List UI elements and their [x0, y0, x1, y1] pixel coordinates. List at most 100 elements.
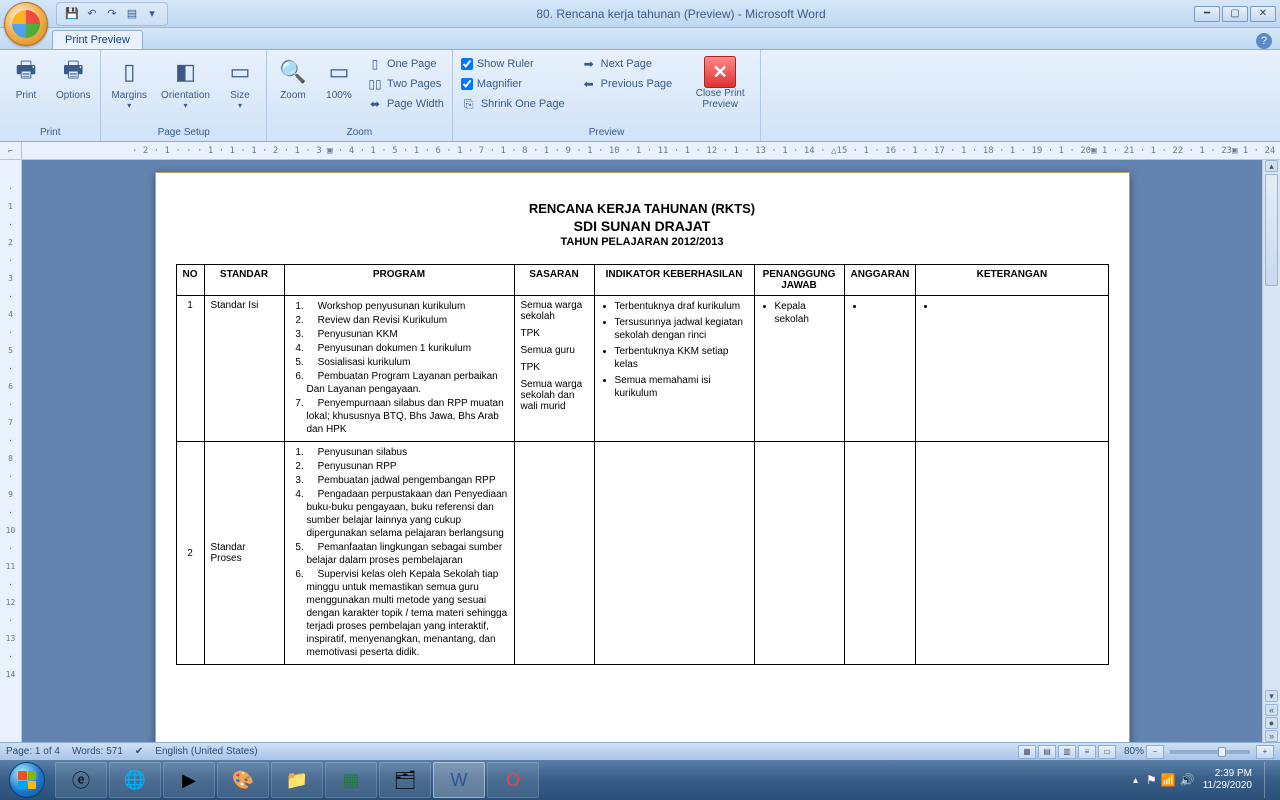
status-language[interactable]: English (United States): [155, 746, 257, 757]
help-button[interactable]: ?: [1256, 33, 1272, 49]
size-button[interactable]: ▭Size▾: [218, 54, 262, 112]
ruler-row: ⌐ · 2 · 1 · · · 1 · 1 · 1 · 2 · 1 · 3 ▣ …: [0, 142, 1280, 160]
taskbar-excel[interactable]: ▦: [325, 762, 377, 798]
magnifier-checkbox[interactable]: [461, 78, 473, 90]
close-button[interactable]: ✕: [1250, 6, 1276, 22]
two-pages-icon: ▯▯: [367, 76, 383, 92]
one-page-button[interactable]: ▯One Page: [363, 54, 448, 74]
previous-page-button[interactable]: ⬅Previous Page: [577, 74, 677, 94]
document-table: NO STANDAR PROGRAM SASARAN INDIKATOR KEB…: [176, 264, 1109, 665]
vertical-ruler[interactable]: ·1·2·3·4·5·6·7·8·9·10·11·12·13·14: [0, 160, 22, 742]
tray-network-icon[interactable]: 📶: [1161, 773, 1176, 787]
taskbar-word[interactable]: W: [433, 762, 485, 798]
margins-button[interactable]: ▯Margins▾: [105, 54, 153, 112]
th-sasaran: SASARAN: [514, 265, 594, 296]
orientation-button[interactable]: ◧Orientation▾: [155, 54, 216, 112]
taskbar-explorer[interactable]: 📁: [271, 762, 323, 798]
th-anggaran: ANGGARAN: [844, 265, 916, 296]
zoom-button[interactable]: 🔍Zoom: [271, 54, 315, 103]
taskbar-opera[interactable]: O: [487, 762, 539, 798]
maximize-button[interactable]: ▢: [1222, 6, 1248, 22]
office-button[interactable]: [4, 2, 48, 46]
magnifier-icon: 🔍: [277, 56, 309, 88]
show-ruler-check[interactable]: Show Ruler: [457, 54, 569, 74]
table-row: 2Standar Proses Penyusunan silabus Penyu…: [176, 442, 1108, 665]
th-program: PROGRAM: [284, 265, 514, 296]
next-page-icon: ➡: [581, 56, 597, 72]
group-preview-label: Preview: [457, 126, 756, 139]
two-pages-button[interactable]: ▯▯Two Pages: [363, 74, 448, 94]
status-bar: Page: 1 of 4 Words: 571 ✔ English (Unite…: [0, 742, 1280, 760]
orientation-icon: ◧: [170, 56, 202, 88]
scroll-down-button[interactable]: ▾: [1265, 690, 1278, 702]
document-viewport[interactable]: RENCANA KERJA TAHUNAN (RKTS) SDI SUNAN D…: [22, 160, 1262, 742]
document-page: RENCANA KERJA TAHUNAN (RKTS) SDI SUNAN D…: [155, 172, 1130, 742]
view-print-layout[interactable]: ▦: [1018, 745, 1036, 759]
taskbar-wmp[interactable]: ▶: [163, 762, 215, 798]
status-page[interactable]: Page: 1 of 4: [6, 746, 60, 757]
tray-action-center-icon[interactable]: ⚑: [1146, 773, 1157, 787]
group-page-setup-label: Page Setup: [105, 126, 262, 139]
qat-undo[interactable]: ↶: [83, 5, 101, 23]
view-full-screen[interactable]: ▤: [1038, 745, 1056, 759]
shrink-one-page-button[interactable]: ⎘Shrink One Page: [457, 94, 569, 114]
prev-page-nav[interactable]: «: [1265, 704, 1278, 716]
start-button[interactable]: [0, 760, 54, 800]
zoom-in-button[interactable]: +: [1256, 745, 1274, 759]
close-preview-button[interactable]: ✕ Close Print Preview: [684, 54, 756, 112]
th-keterangan: KETERANGAN: [916, 265, 1108, 296]
qat-quickprint[interactable]: ▤: [123, 5, 141, 23]
view-web-layout[interactable]: ▥: [1058, 745, 1076, 759]
options-button[interactable]: 🖶Options: [50, 54, 96, 103]
table-header-row: NO STANDAR PROGRAM SASARAN INDIKATOR KEB…: [176, 265, 1108, 296]
title-bar: 💾 ↶ ↷ ▤ ▾ 80. Rencana kerja tahunan (Pre…: [0, 0, 1280, 28]
ribbon: 🖶Print 🖶Options Print ▯Margins▾ ◧Orienta…: [0, 50, 1280, 142]
options-icon: 🖶: [57, 56, 89, 88]
view-draft[interactable]: ▭: [1098, 745, 1116, 759]
next-page-button[interactable]: ➡Next Page: [577, 54, 677, 74]
taskbar-ie[interactable]: ⓔ: [55, 762, 107, 798]
horizontal-ruler[interactable]: · 2 · 1 · · · 1 · 1 · 1 · 2 · 1 · 3 ▣ · …: [132, 146, 1280, 156]
scroll-up-button[interactable]: ▴: [1265, 160, 1278, 172]
tab-print-preview[interactable]: Print Preview: [52, 30, 143, 49]
vertical-scrollbar[interactable]: ▴ ▾ « ● »: [1262, 160, 1280, 742]
one-page-icon: ▯: [367, 56, 383, 72]
size-icon: ▭: [224, 56, 256, 88]
zoom-handle[interactable]: [1218, 747, 1226, 757]
group-print-label: Print: [4, 126, 96, 139]
margins-icon: ▯: [113, 56, 145, 88]
doc-subtitle: SDI SUNAN DRAJAT: [176, 218, 1109, 234]
qat-redo[interactable]: ↷: [103, 5, 121, 23]
taskbar-paint[interactable]: 🎨: [217, 762, 269, 798]
taskbar-folder[interactable]: 🗂: [379, 762, 431, 798]
tab-selector[interactable]: ⌐: [0, 142, 22, 160]
qat-customize[interactable]: ▾: [143, 5, 161, 23]
view-outline[interactable]: ≡: [1078, 745, 1096, 759]
zoom-slider[interactable]: [1170, 750, 1250, 754]
tray-volume-icon[interactable]: 🔊: [1180, 773, 1195, 787]
show-desktop-button[interactable]: [1264, 762, 1272, 798]
next-page-nav[interactable]: »: [1265, 730, 1278, 742]
tray-show-hidden[interactable]: ▴: [1133, 775, 1138, 786]
zoom-out-button[interactable]: −: [1146, 745, 1164, 759]
zoom-100-button[interactable]: ▭100%: [317, 54, 361, 103]
table-row: 1Standar Isi Workshop penyusunan kurikul…: [176, 296, 1108, 442]
status-words[interactable]: Words: 571: [72, 746, 123, 757]
th-indikator: INDIKATOR KEBERHASILAN: [594, 265, 754, 296]
minimize-button[interactable]: ━: [1194, 6, 1220, 22]
zoom-level[interactable]: 80%: [1124, 746, 1144, 757]
print-button[interactable]: 🖶Print: [4, 54, 48, 103]
qat-save[interactable]: 💾: [63, 5, 81, 23]
prev-page-icon: ⬅: [581, 76, 597, 92]
page-width-button[interactable]: ⬌Page Width: [363, 94, 448, 114]
shrink-icon: ⎘: [461, 96, 477, 112]
tray-clock[interactable]: 2:39 PM 11/29/2020: [1203, 768, 1252, 792]
taskbar-chrome[interactable]: 🌐: [109, 762, 161, 798]
printer-icon: 🖶: [10, 56, 42, 88]
browse-object-button[interactable]: ●: [1265, 717, 1278, 729]
magnifier-check[interactable]: Magnifier: [457, 74, 569, 94]
group-page-setup: ▯Margins▾ ◧Orientation▾ ▭Size▾ Page Setu…: [101, 50, 267, 141]
show-ruler-checkbox[interactable]: [461, 58, 473, 70]
proofing-icon[interactable]: ✔: [135, 746, 143, 757]
th-standar: STANDAR: [204, 265, 284, 296]
